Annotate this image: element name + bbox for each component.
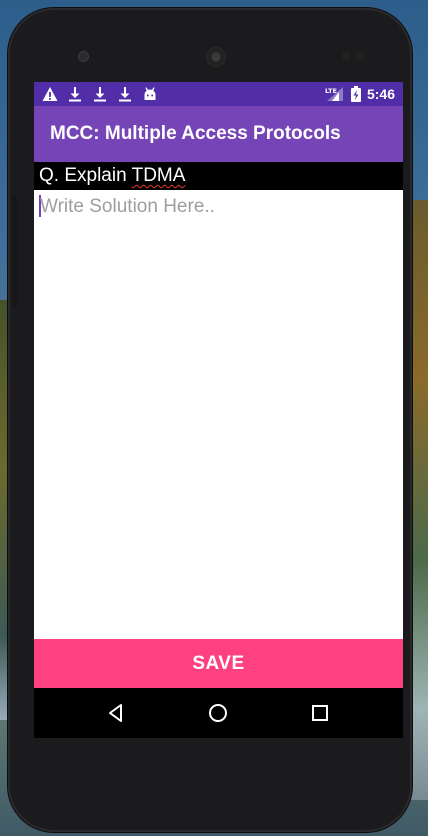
earpiece-speaker — [207, 48, 225, 66]
back-icon[interactable] — [104, 701, 128, 725]
light-sensor — [356, 52, 364, 60]
question-header: Q. Explain TDMA — [34, 162, 403, 190]
proximity-sensor — [342, 52, 350, 60]
signal-icon: LTE — [325, 87, 343, 101]
home-icon[interactable] — [206, 701, 230, 725]
device-screen: LTE 5:46 MCC: Multiple Access Protocols … — [34, 82, 403, 738]
recents-icon[interactable] — [308, 701, 332, 725]
save-button[interactable]: SAVE — [34, 639, 403, 688]
solution-input[interactable] — [40, 190, 395, 636]
app-title: MCC: Multiple Access Protocols — [50, 123, 341, 144]
phone-side-button — [12, 196, 17, 306]
network-type-label: LTE — [325, 87, 337, 95]
download-icon — [119, 87, 131, 102]
download-icon — [69, 87, 81, 102]
status-bar: LTE 5:46 — [34, 82, 403, 106]
system-status-icons: LTE 5:46 — [325, 85, 395, 103]
navigation-bar — [34, 688, 403, 738]
question-prefix: Q. Explain — [39, 165, 132, 186]
status-clock: 5:46 — [366, 86, 395, 102]
front-camera — [79, 52, 88, 61]
phone-frame: LTE 5:46 MCC: Multiple Access Protocols … — [8, 8, 412, 832]
question-text: Q. Explain TDMA — [39, 165, 185, 187]
solution-editor — [34, 190, 403, 639]
download-icon — [94, 87, 106, 102]
warning-icon — [42, 87, 58, 101]
question-term: TDMA — [131, 165, 186, 186]
notification-icons — [42, 85, 158, 103]
android-icon — [144, 87, 156, 100]
battery-charging-icon — [350, 86, 361, 102]
app-bar: MCC: Multiple Access Protocols — [34, 106, 403, 162]
